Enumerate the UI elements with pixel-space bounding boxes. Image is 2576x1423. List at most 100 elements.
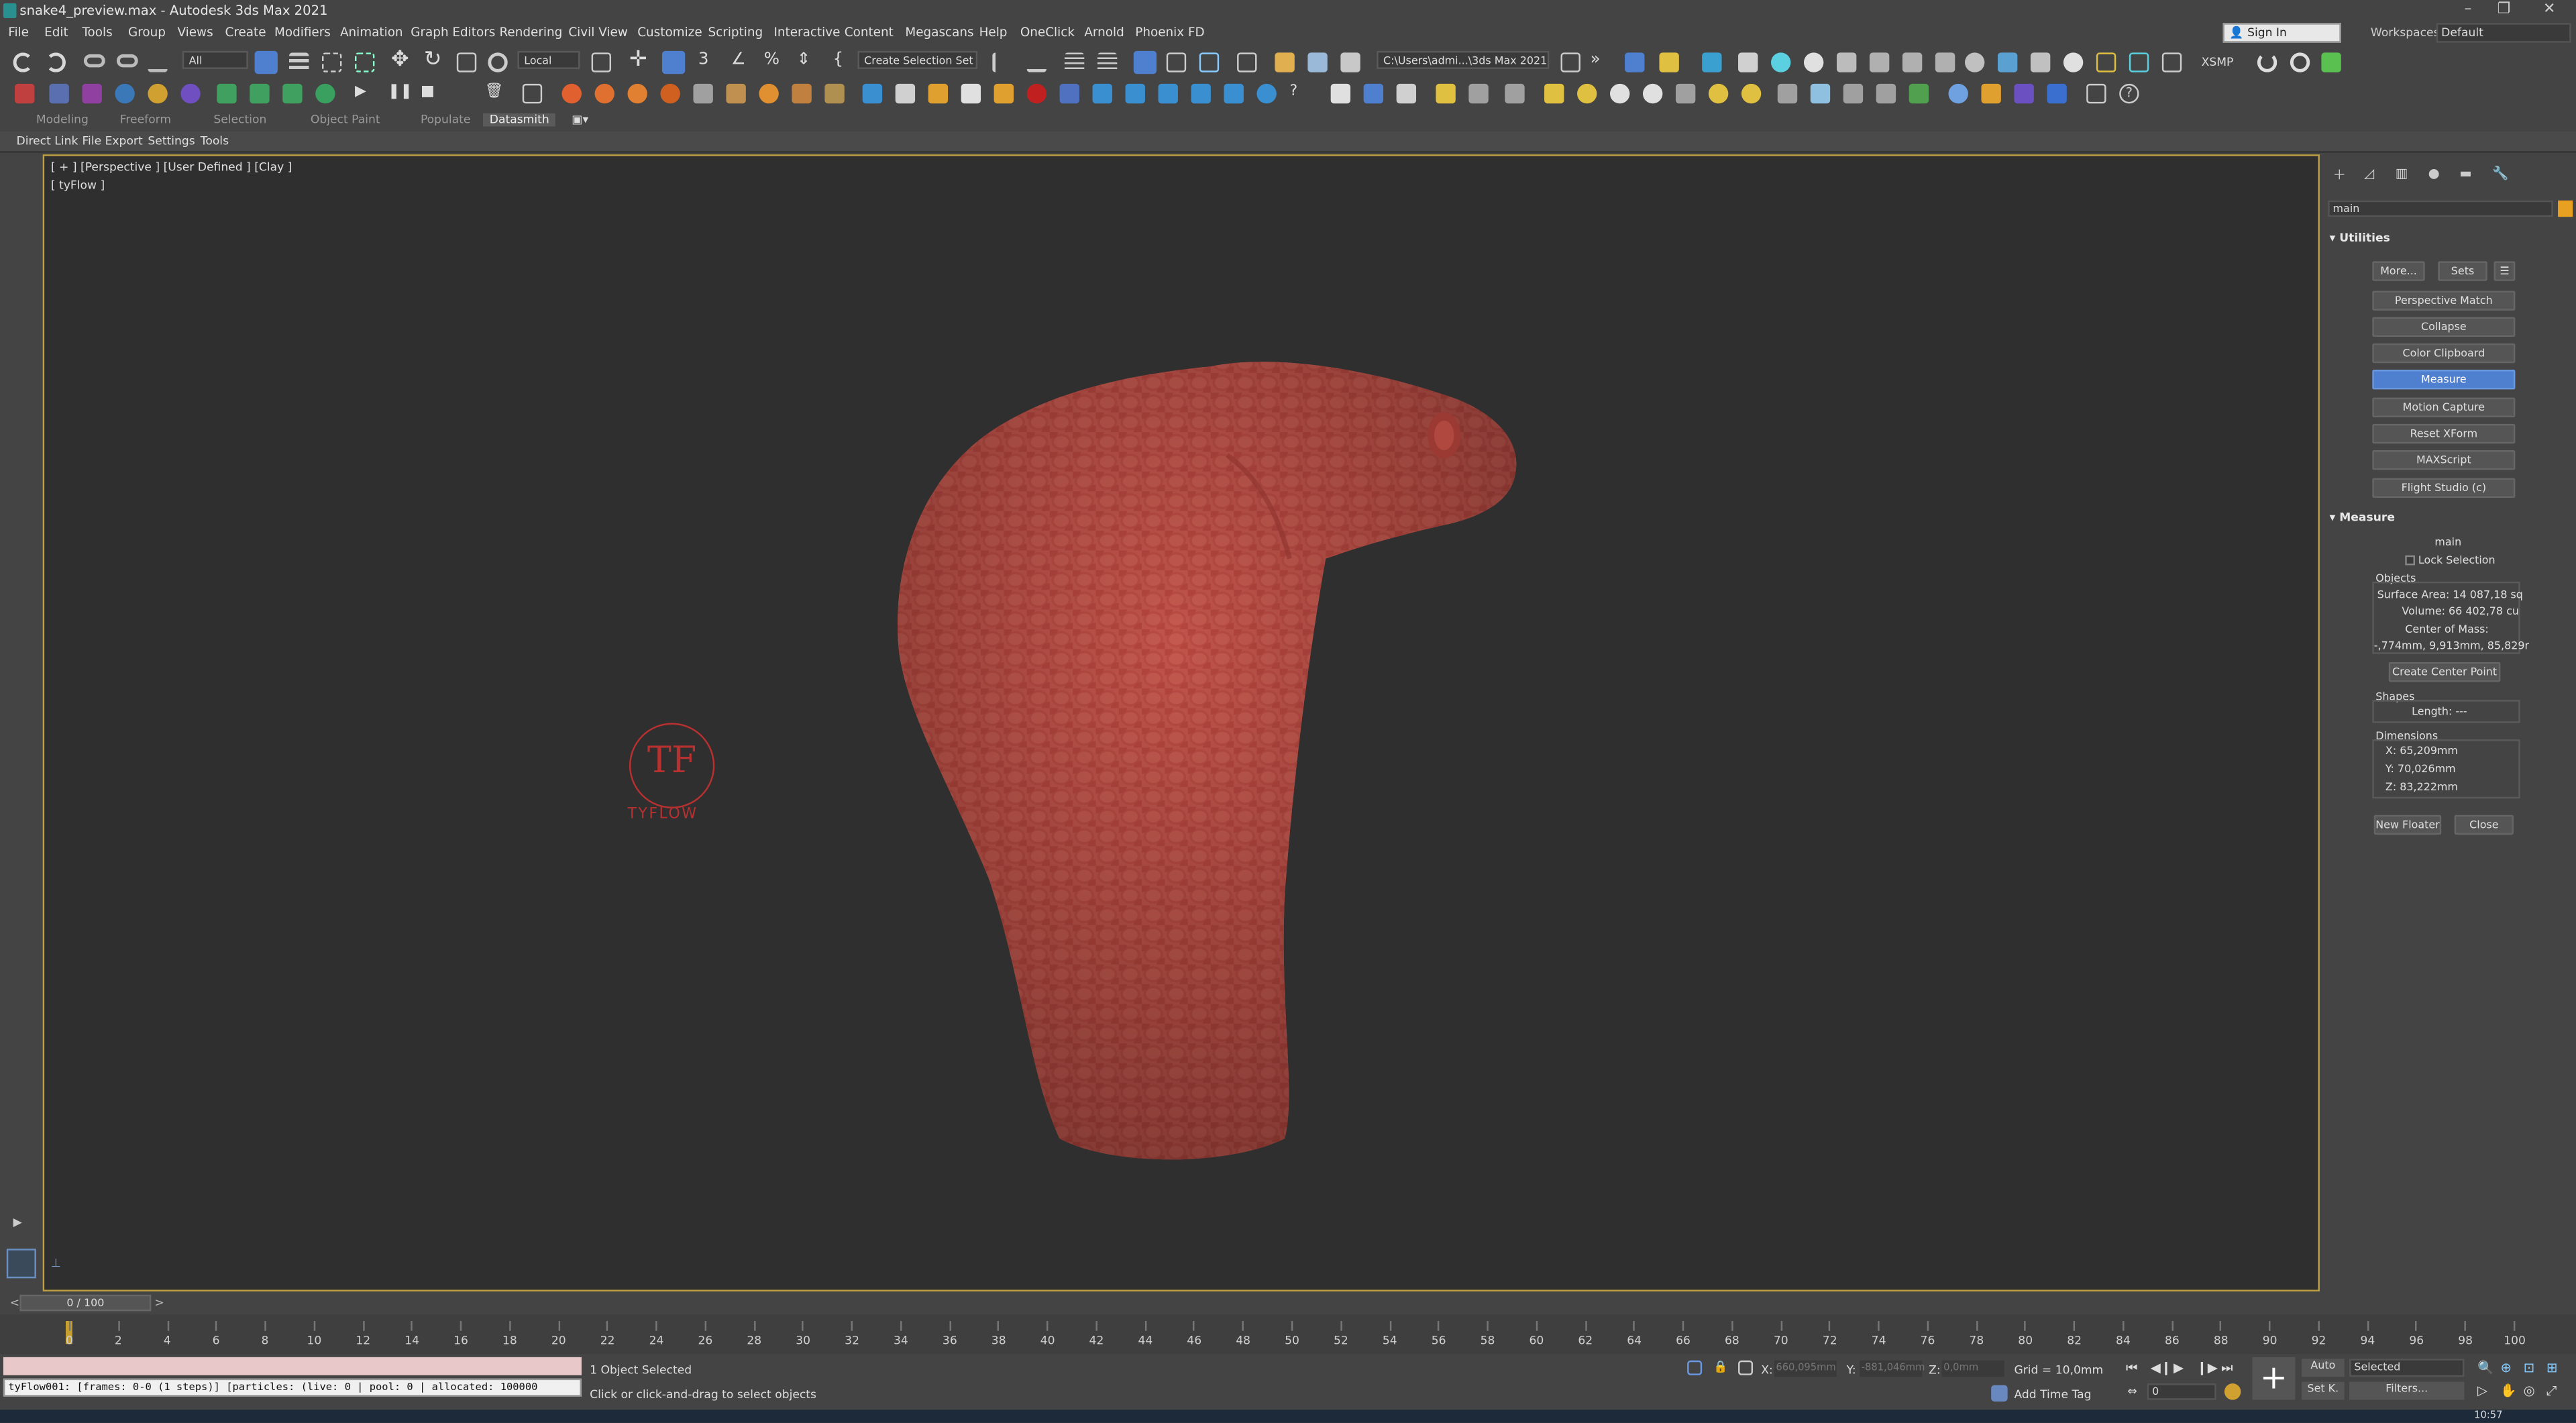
circle-icon[interactable] [1741,83,1762,104]
selection-filter-dropdown[interactable]: All [182,50,248,69]
phoenix-2-icon[interactable] [726,83,746,104]
collapse-button[interactable]: Collapse [2372,317,2516,337]
scene-explorer-icon[interactable] [1064,52,1085,72]
menu-graph-editors[interactable]: Graph Editors [411,25,495,40]
goto-end-icon[interactable]: ⏭ [2221,1361,2233,1377]
lock-selection-checkbox[interactable] [2405,555,2416,566]
fire-icon[interactable] [561,83,582,104]
arnold-light-icon[interactable] [1869,52,1890,72]
x-coord-field[interactable]: 660,095mm [1774,1360,1837,1377]
settings-slider-icon[interactable] [1505,83,1525,104]
viewport-layout-icon[interactable] [6,1249,36,1279]
lock-icon[interactable]: 🔒 [1713,1361,1728,1375]
workspace-dropdown[interactable]: Default [2436,23,2571,43]
set-key-icon[interactable]: + [2252,1357,2296,1400]
blue-tool-icon[interactable] [2047,83,2067,104]
menu-views[interactable]: Views [177,25,213,40]
lightbulb-icon[interactable] [2063,52,2084,72]
download-icon[interactable] [2321,52,2341,72]
ring-icon[interactable] [2290,52,2310,72]
maximize-icon[interactable]: ❐ [2497,1,2510,17]
record-icon[interactable] [1026,83,1047,104]
tab-selection[interactable]: Selection [213,113,266,127]
toggle-ribbon-icon[interactable] [1133,50,1157,74]
more-button[interactable]: More... [2372,261,2425,281]
perspective-match-button[interactable]: Perspective Match [2372,291,2516,311]
menu-create[interactable]: Create [225,25,266,40]
percent-snap-icon[interactable]: % [764,51,784,70]
bridge-icon[interactable] [2030,52,2051,72]
light-icon[interactable] [1738,52,1758,72]
grid-icon[interactable] [2161,52,2182,72]
redo-icon[interactable] [46,52,66,72]
layer-explorer-icon[interactable] [1097,52,1118,72]
align-icon[interactable] [1026,52,1047,72]
mirror-icon[interactable] [992,52,1012,72]
goto-start-icon[interactable]: ⏮ [2126,1361,2138,1377]
viewport-icon[interactable] [2129,52,2149,72]
cloth-icon[interactable] [1810,83,1831,104]
viewport-label[interactable]: [ + ] [Perspective ] [User Defined ] [Cl… [51,161,292,174]
measure-rollout-header[interactable]: ▾ Measure [2330,511,2395,525]
auto-key-button[interactable]: Auto [2302,1359,2345,1377]
rendered-frame-window-icon[interactable] [1307,52,1328,72]
zoom-extents-all-icon[interactable]: ⊞ [2546,1361,2557,1375]
window-crossing-icon[interactable] [354,52,375,72]
key-filter-dropdown[interactable]: Selected [2349,1359,2465,1377]
bulb-tool-icon[interactable] [1436,83,1456,104]
object-name-field[interactable]: main [2328,200,2553,217]
transform-3-icon[interactable] [282,83,303,104]
time-config-icon[interactable] [2224,1383,2241,1400]
reset-xform-button[interactable]: Reset XForm [2372,423,2516,444]
image-icon[interactable] [1396,83,1417,104]
create-tab-icon[interactable]: ＋ [2333,166,2347,184]
schematic-view-icon[interactable] [1199,52,1220,72]
arnold-render-icon[interactable] [1902,52,1923,72]
fire-2-icon[interactable] [594,83,614,104]
omni-light-icon[interactable] [1771,52,1791,72]
notes-icon[interactable] [1659,52,1679,72]
ocean-6-icon[interactable] [1224,83,1244,104]
bind-spacewarp-icon[interactable] [148,52,168,72]
ocean-5-icon[interactable] [1191,83,1211,104]
menu-animation[interactable]: Animation [340,25,403,40]
transform-4-icon[interactable] [315,83,335,104]
orbit-icon[interactable]: ◎ [2524,1383,2535,1398]
utilities-tab-icon[interactable]: 🔧 [2492,166,2508,180]
close-measure-button[interactable]: Close [2454,814,2514,835]
fire-3-icon[interactable] [627,83,647,104]
transform-2-icon[interactable] [250,83,270,104]
perspective-viewport[interactable]: [ + ] [Perspective ] [User Defined ] [Cl… [42,154,2320,1292]
wind-icon[interactable] [693,83,713,104]
minimize-icon[interactable]: – [2464,1,2471,17]
absolute-mode-icon[interactable] [1738,1360,1754,1375]
sun-2-icon[interactable] [1708,83,1729,104]
hierarchy-tab-icon[interactable]: ▥ [2396,166,2408,180]
hair-icon[interactable] [1777,83,1798,104]
menu-rendering[interactable]: Rendering [499,25,562,40]
trash-icon[interactable]: 🗑 [484,84,504,103]
scale-icon[interactable] [456,52,477,72]
tab-modeling[interactable]: Modeling [36,113,89,127]
frame-icon[interactable] [2096,52,2116,72]
maximize-viewport-icon[interactable]: ⤢ [2546,1383,2557,1400]
tyflow-3-icon[interactable] [82,83,102,104]
coord-system-dropdown[interactable]: Local [517,50,580,69]
field-of-view-icon[interactable]: ▷ [2477,1383,2487,1398]
render-setup-icon[interactable] [1275,52,1295,72]
liquid-2-icon[interactable] [895,83,916,104]
ocean-4-icon[interactable] [1158,83,1178,104]
named-selection-set-dropdown[interactable]: Create Selection Set [857,50,978,69]
new-floater-button[interactable]: New Floater [2373,814,2442,835]
active-tool-icon[interactable] [1363,83,1384,104]
subtab-tools[interactable]: Tools [201,135,229,148]
xsmp-label[interactable]: XSMP [2202,56,2234,69]
place-icon[interactable] [488,52,508,72]
pan-icon[interactable]: ✋ [2500,1383,2516,1398]
y-coord-field[interactable]: -881,046mm [1860,1360,1925,1377]
menu-edit[interactable]: Edit [44,25,68,40]
phoenix-5-icon[interactable] [824,83,845,104]
render-production-icon[interactable] [1340,52,1360,72]
ocean-2-icon[interactable] [1092,83,1112,104]
ocean-icon[interactable] [1059,83,1079,104]
